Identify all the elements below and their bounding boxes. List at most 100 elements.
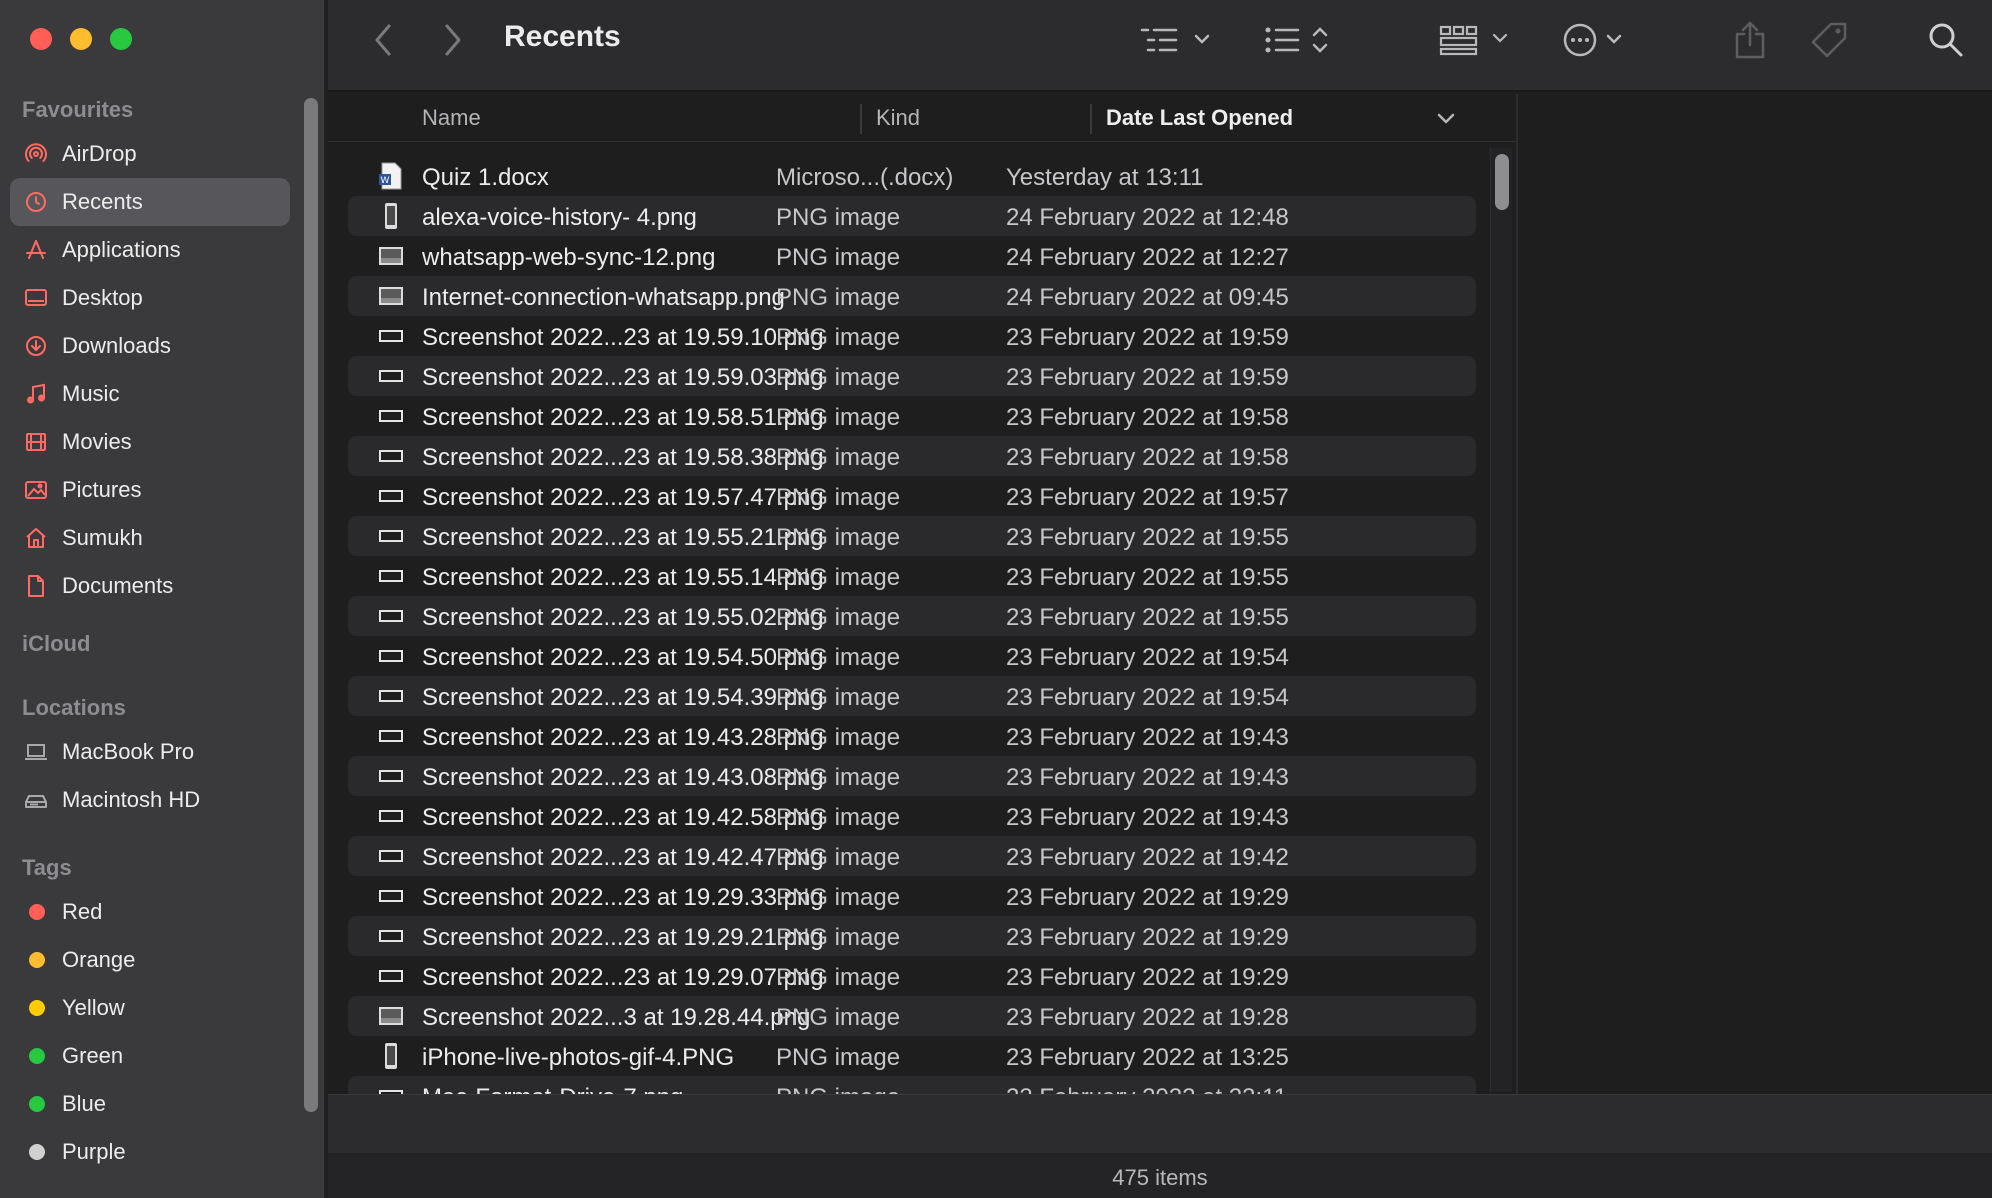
file-row[interactable]: Internet-connection-whatsapp.png PNG imag… [348, 276, 1476, 316]
file-row[interactable]: Screenshot 2022...23 at 19.54.50.png PNG … [348, 636, 1476, 676]
file-kind: PNG image [776, 1044, 901, 1071]
sidebar-item-documents[interactable]: Documents [10, 562, 290, 610]
file-date-last-opened: 23 February 2022 at 19:58 [1006, 444, 1289, 471]
sidebar-tag-purple[interactable]: Purple [10, 1128, 290, 1176]
sidebar-tag-green[interactable]: Green [10, 1032, 290, 1080]
file-row[interactable]: Screenshot 2022...23 at 19.55.02.png PNG … [348, 596, 1476, 636]
file-row[interactable]: Screenshot 2022...23 at 19.57.47.png PNG … [348, 476, 1476, 516]
file-name: Screenshot 2022...23 at 19.54.50.png [422, 644, 824, 671]
sidebar-item-music[interactable]: Music [10, 370, 290, 418]
download-icon [24, 334, 48, 358]
file-row[interactable]: Screenshot 2022...23 at 19.29.07.png PNG … [348, 956, 1476, 996]
gallery-view-button[interactable] [1438, 16, 1518, 64]
file-kind: Microso...(.docx) [776, 164, 954, 191]
file-row[interactable]: whatsapp-web-sync-12.png PNG image 24 Febr… [348, 236, 1476, 276]
file-row[interactable]: Mac-Format-Drive-7.png PNG image 23 Februa… [348, 1076, 1476, 1094]
share-button[interactable] [1730, 16, 1770, 64]
sidebar-section-icloud: iCloud [22, 631, 91, 656]
column-header: Name Kind Date Last Opened [328, 94, 1516, 142]
file-kind: PNG image [776, 404, 901, 431]
file-row[interactable]: Screenshot 2022...23 at 19.42.58.png PNG … [348, 796, 1476, 836]
list-scrollbar-track[interactable] [1490, 148, 1512, 1092]
file-name: Screenshot 2022...23 at 19.58.38.png [422, 444, 824, 471]
word-doc-icon: W [378, 162, 404, 190]
column-kind[interactable]: Kind [876, 94, 920, 142]
sidebar-item-pictures[interactable]: Pictures [10, 466, 290, 514]
more-actions-button[interactable] [1562, 16, 1642, 64]
image-file-icon [378, 282, 404, 310]
column-divider[interactable] [860, 104, 862, 134]
sidebar-tag-blue[interactable]: Blue [10, 1080, 290, 1128]
sidebar-item-airdrop[interactable]: AirDrop [10, 130, 290, 178]
sidebar-scrollbar[interactable] [304, 98, 318, 1112]
file-row[interactable]: alexa-voice-history- 4.png PNG image 24 Fe… [348, 196, 1476, 236]
screenshot-icon [378, 522, 404, 550]
tag-color-dot-icon [29, 1144, 45, 1160]
sidebar-tag-yellow[interactable]: Yellow [10, 984, 290, 1032]
column-date-last-opened[interactable]: Date Last Opened [1106, 94, 1293, 142]
file-date-last-opened: 23 February 2022 at 13:25 [1006, 1044, 1289, 1071]
zoom-window-button[interactable] [110, 28, 132, 50]
file-row[interactable]: W Quiz 1.docx Microso...(.docx) Yesterday a… [348, 156, 1476, 196]
phone-image-icon [378, 1042, 404, 1070]
sidebar-tag-red[interactable]: Red [10, 888, 290, 936]
sidebar-item-macbook-pro[interactable]: MacBook Pro [10, 728, 290, 776]
sidebar-item-recents[interactable]: Recents [10, 178, 290, 226]
file-name: Screenshot 2022...23 at 19.58.51.png [422, 404, 824, 431]
file-row[interactable]: Screenshot 2022...3 at 19.28.44.png PNG i… [348, 996, 1476, 1036]
file-row[interactable]: Screenshot 2022...23 at 19.29.21.png PNG … [348, 916, 1476, 956]
column-name[interactable]: Name [422, 94, 481, 142]
group-by-button[interactable] [1138, 16, 1218, 64]
file-row[interactable]: Screenshot 2022...23 at 19.43.28.png PNG … [348, 716, 1476, 756]
minimize-window-button[interactable] [70, 28, 92, 50]
file-name: Screenshot 2022...23 at 19.43.28.png [422, 724, 824, 751]
back-button[interactable] [366, 16, 400, 64]
sidebar-item-macintosh-hd[interactable]: Macintosh HD [10, 776, 290, 824]
file-row[interactable]: iPhone-live-photos-gif-4.PNG PNG image 23 … [348, 1036, 1476, 1076]
sidebar-tag-orange[interactable]: Orange [10, 936, 290, 984]
file-row[interactable]: Screenshot 2022...23 at 19.58.51.png PNG … [348, 396, 1476, 436]
file-rows: W Quiz 1.docx Microso...(.docx) Yesterday a… [348, 156, 1476, 1094]
column-divider[interactable] [1090, 104, 1092, 134]
file-row[interactable]: Screenshot 2022...23 at 19.29.33.png PNG … [348, 876, 1476, 916]
file-name: Screenshot 2022...23 at 19.59.03.png [422, 364, 824, 391]
sidebar-item-label: Music [62, 381, 120, 406]
file-name: Screenshot 2022...23 at 19.55.21.png [422, 524, 824, 551]
file-date-last-opened: 23 February 2022 at 19:57 [1006, 484, 1289, 511]
file-row[interactable]: Screenshot 2022...23 at 19.59.10.png PNG … [348, 316, 1476, 356]
screenshot-icon [378, 962, 404, 990]
sidebar-item-sumukh[interactable]: Sumukh [10, 514, 290, 562]
image-file-icon [378, 242, 404, 270]
close-window-button[interactable] [30, 28, 52, 50]
file-name: Screenshot 2022...23 at 19.54.39.png [422, 684, 824, 711]
file-row[interactable]: Screenshot 2022...23 at 19.55.21.png PNG … [348, 516, 1476, 556]
file-row[interactable]: Screenshot 2022...23 at 19.55.14.png PNG … [348, 556, 1476, 596]
file-row[interactable]: Screenshot 2022...23 at 19.42.47.png PNG … [348, 836, 1476, 876]
file-date-last-opened: 23 February 2022 at 19:42 [1006, 844, 1289, 871]
file-row[interactable]: Screenshot 2022...23 at 19.54.39.png PNG … [348, 676, 1476, 716]
list-scrollbar-thumb[interactable] [1495, 154, 1509, 210]
sidebar-item-applications[interactable]: Applications [10, 226, 290, 274]
chevron-left-icon [375, 24, 391, 56]
sidebar-item-downloads[interactable]: Downloads [10, 322, 290, 370]
search-button[interactable] [1924, 16, 1968, 64]
tag-color-dot-icon [29, 1096, 45, 1112]
file-name: Quiz 1.docx [422, 164, 549, 191]
sidebar-item-movies[interactable]: Movies [10, 418, 290, 466]
list-view-button[interactable] [1262, 16, 1342, 64]
screenshot-icon [378, 922, 404, 950]
file-row[interactable]: Screenshot 2022...23 at 19.58.38.png PNG … [348, 436, 1476, 476]
file-date-last-opened: 24 February 2022 at 09:45 [1006, 284, 1289, 311]
sidebar-tag-label: Red [62, 899, 103, 924]
chevron-right-icon [445, 24, 461, 56]
screenshot-icon [378, 602, 404, 630]
file-kind: PNG image [776, 764, 901, 791]
file-kind: PNG image [776, 1004, 901, 1031]
sort-descending-icon[interactable] [1434, 106, 1458, 130]
file-row[interactable]: Screenshot 2022...23 at 19.43.08.png PNG … [348, 756, 1476, 796]
tag-button[interactable] [1804, 16, 1854, 64]
forward-button[interactable] [436, 16, 470, 64]
sidebar-item-desktop[interactable]: Desktop [10, 274, 290, 322]
share-icon [1735, 21, 1765, 59]
file-row[interactable]: Screenshot 2022...23 at 19.59.03.png PNG … [348, 356, 1476, 396]
